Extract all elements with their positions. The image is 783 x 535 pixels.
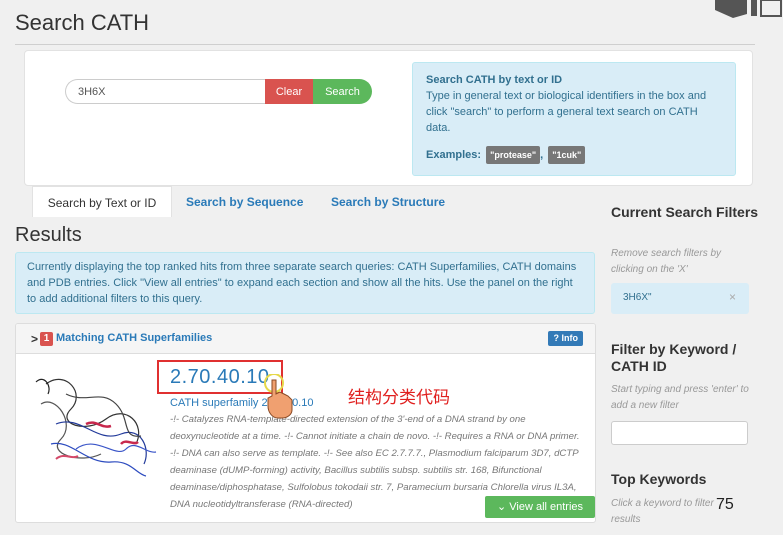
clear-button[interactable]: Clear bbox=[265, 79, 313, 104]
question-icon: ? bbox=[553, 333, 559, 343]
results-heading: Results bbox=[15, 224, 82, 246]
keyword-filter-title: Filter by Keyword / CATH ID bbox=[611, 341, 737, 374]
view-all-label: View all entries bbox=[509, 501, 584, 513]
help-body: Type in general text or biological ident… bbox=[426, 90, 707, 134]
hand-cursor-icon bbox=[264, 374, 293, 419]
info-button[interactable]: ? Info bbox=[548, 331, 583, 346]
slide-number: 75 bbox=[716, 496, 734, 513]
filter-chip-label: 3H6X" bbox=[623, 292, 652, 303]
superfamilies-panel-header[interactable]: > 1 Matching CATH Superfamilies ? Info bbox=[16, 324, 595, 354]
example-tag[interactable]: "1cuk" bbox=[548, 146, 586, 164]
filter-chip: 3H6X" × bbox=[611, 283, 749, 314]
title-divider bbox=[15, 44, 755, 45]
top-keywords-title: Top Keywords bbox=[611, 471, 707, 487]
tab-text-or-id[interactable]: Search by Text or ID bbox=[32, 186, 172, 217]
tab-structure[interactable]: Search by Structure bbox=[331, 186, 445, 217]
expand-caret-icon[interactable]: > bbox=[31, 332, 38, 346]
search-help-box: Search CATH by text or ID Type in genera… bbox=[412, 62, 736, 176]
current-filters-title: Current Search Filters bbox=[611, 204, 759, 220]
keyword-filter-input[interactable] bbox=[611, 421, 748, 445]
hit-count-badge: 1 bbox=[40, 332, 53, 346]
keyword-filter-note: Start typing and press 'enter' to add a … bbox=[611, 384, 749, 411]
remove-filter-icon[interactable]: × bbox=[729, 290, 736, 304]
view-all-entries-button[interactable]: ⌄ View all entries bbox=[485, 496, 595, 518]
page: Search CATH Clear Search Search CATH by … bbox=[0, 0, 783, 535]
superfamilies-title[interactable]: Matching CATH Superfamilies bbox=[56, 332, 212, 344]
top-keywords-note: Click a keyword to filter results bbox=[611, 498, 714, 525]
examples-label: Examples: bbox=[426, 149, 482, 161]
help-title: Search CATH by text or ID bbox=[426, 74, 563, 86]
search-button[interactable]: Search bbox=[313, 79, 372, 104]
superfamily-id-link[interactable]: 2.70.40.10 bbox=[170, 366, 270, 389]
annotation-text: 结构分类代码 bbox=[348, 388, 450, 408]
search-input[interactable] bbox=[65, 79, 265, 104]
example-tag[interactable]: "protease" bbox=[486, 146, 541, 164]
results-info-alert: Currently displaying the top ranked hits… bbox=[15, 252, 595, 314]
tab-sequence[interactable]: Search by Sequence bbox=[186, 186, 303, 217]
page-title: Search CATH bbox=[15, 10, 150, 35]
current-filters-note: Remove search filters by clicking on the… bbox=[611, 248, 722, 275]
examples-row: Examples: "protease", "1cuk" bbox=[426, 146, 722, 164]
info-button-label: Info bbox=[561, 333, 579, 343]
chevron-down-icon: ⌄ bbox=[496, 501, 507, 513]
protein-structure-image bbox=[35, 378, 157, 477]
corner-logo-icon bbox=[715, 0, 782, 18]
